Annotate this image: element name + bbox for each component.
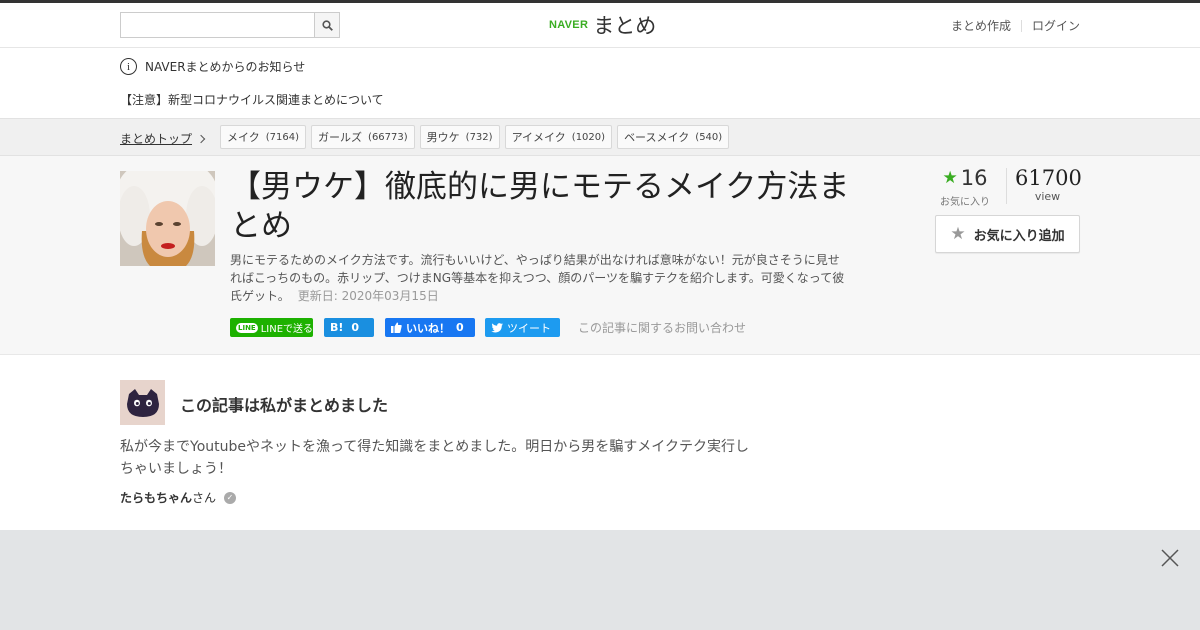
chevron-right-icon (196, 134, 206, 143)
site-logo[interactable]: NAVER まとめ (549, 11, 656, 39)
tag-item[interactable]: メイク (7164) (220, 125, 307, 149)
facebook-like-count: 0 (456, 321, 464, 334)
breadcrumb-bar: まとめトップ メイク (7164) ガールズ (66773) 男ウケ (732) アイ… (0, 118, 1200, 156)
facebook-like-button[interactable]: いいね！ 0 (385, 318, 475, 337)
tag-count: (7164) (265, 131, 300, 143)
author-name[interactable]: たらもちゃん (120, 489, 192, 506)
author-heading: この記事は私がまとめました (180, 396, 389, 415)
article-description: 男にモテるためのメイク方法です。流行もいいけど、やっぱり結果が出なければ意味がな… (230, 251, 850, 305)
updated-date: 更新日: 2020年03月15日 (297, 289, 439, 303)
breadcrumb-label: まとめトップ (120, 132, 193, 146)
views-stat: 61700 view (1015, 166, 1082, 203)
hatena-count: 0 (351, 321, 360, 334)
tag-item[interactable]: 男ウケ (732) (419, 125, 500, 149)
tweet-button[interactable]: ツイート (485, 318, 560, 337)
divider (1020, 19, 1022, 32)
line-icon: LINE (236, 322, 258, 333)
site-header: NAVER まとめ まとめ作成 ログイン (0, 3, 1200, 48)
author-section: この記事は私がまとめました 私が今までYoutubeやネットを漁って得た知識をま… (0, 356, 1200, 530)
article-thumbnail (120, 171, 215, 266)
search-input[interactable] (121, 13, 315, 37)
add-favorite-label: お気に入り追加 (973, 228, 1065, 244)
cat-avatar-icon (126, 388, 159, 417)
thumbs-up-icon (391, 322, 402, 333)
article-stats: ★ 16 お気に入り 61700 view (935, 166, 1082, 208)
avatar[interactable] (120, 380, 165, 425)
create-matome-link[interactable]: まとめ作成 (951, 17, 1011, 34)
tag-label: メイク (227, 131, 260, 144)
star-icon: ★ (942, 168, 958, 188)
tag-item[interactable]: アイメイク (1020) (504, 125, 613, 149)
tag-label: アイメイク (511, 131, 566, 144)
ad-banner-area (0, 530, 1200, 630)
info-icon: i (120, 58, 137, 75)
hatena-icon: B! (330, 321, 344, 334)
favorites-count: 16 (960, 166, 988, 190)
hatena-bookmark-button[interactable]: B! 0 (324, 318, 374, 337)
header-links: まとめ作成 ログイン (951, 17, 1080, 34)
tag-count: (66773) (368, 131, 408, 143)
tag-item[interactable]: ガールズ (66773) (311, 125, 415, 149)
notice-link[interactable]: 【注意】新型コロナウイルス関連まとめについて (120, 91, 384, 108)
tag-item[interactable]: ベースメイク (540) (617, 125, 730, 149)
star-icon: ★ (950, 224, 966, 244)
tag-count: (1020) (571, 131, 606, 143)
author-suffix: さん (192, 491, 217, 505)
line-share-label: LINEで送る (260, 324, 314, 335)
facebook-like-label: いいね！ (406, 321, 450, 335)
favorites-stat: ★ 16 お気に入り (935, 166, 995, 208)
tag-label: ガールズ (318, 131, 363, 144)
tag-count: (732) (465, 131, 493, 143)
notice-heading: i NAVERまとめからのお知らせ (120, 58, 305, 75)
tag-label: ベースメイク (624, 131, 690, 144)
article-title: 【男ウケ】徹底的に男にモテるメイク方法まとめ (230, 169, 850, 244)
tag-count: (540) (695, 131, 723, 143)
tag-list: メイク (7164) ガールズ (66773) 男ウケ (732) アイメイク (102… (220, 125, 730, 149)
tweet-label: ツイート (507, 321, 551, 335)
logo-name: まとめ (593, 14, 657, 38)
logo-brand: NAVER (549, 19, 589, 31)
views-count: 61700 (1015, 166, 1082, 190)
search-button[interactable] (314, 13, 339, 37)
share-buttons: LINE LINEで送る B! 0 いいね！ 0 ツイート この記事に関するお問… (230, 318, 746, 337)
views-label: view (1034, 190, 1061, 203)
author-bio: 私が今までYoutubeやネットを漁って得た知識をまとめました。明日から男を騙す… (120, 439, 750, 477)
search-box (120, 12, 340, 38)
favorites-label: お気に入り (940, 197, 990, 208)
divider (1006, 168, 1007, 204)
notice-title: NAVERまとめからのお知らせ (145, 60, 306, 74)
inquiry-link[interactable]: この記事に関するお問い合わせ (578, 319, 746, 336)
login-link[interactable]: ログイン (1032, 17, 1080, 34)
line-share-button[interactable]: LINE LINEで送る (230, 318, 313, 337)
tag-label: 男ウケ (426, 131, 460, 144)
verified-check-icon: ✓ (224, 491, 237, 504)
favorites-count-row: ★ 16 (935, 166, 995, 190)
breadcrumb-top-link[interactable]: まとめトップ (120, 130, 206, 147)
close-icon[interactable] (1160, 548, 1180, 568)
twitter-bird-icon (491, 322, 503, 333)
article-header: 【男ウケ】徹底的に男にモテるメイク方法まとめ 男にモテるためのメイク方法です。流… (0, 156, 1200, 355)
author-name-row: たらもちゃん さん ✓ (120, 489, 237, 506)
search-icon (321, 19, 333, 31)
add-favorite-button[interactable]: ★ お気に入り追加 (935, 215, 1080, 253)
